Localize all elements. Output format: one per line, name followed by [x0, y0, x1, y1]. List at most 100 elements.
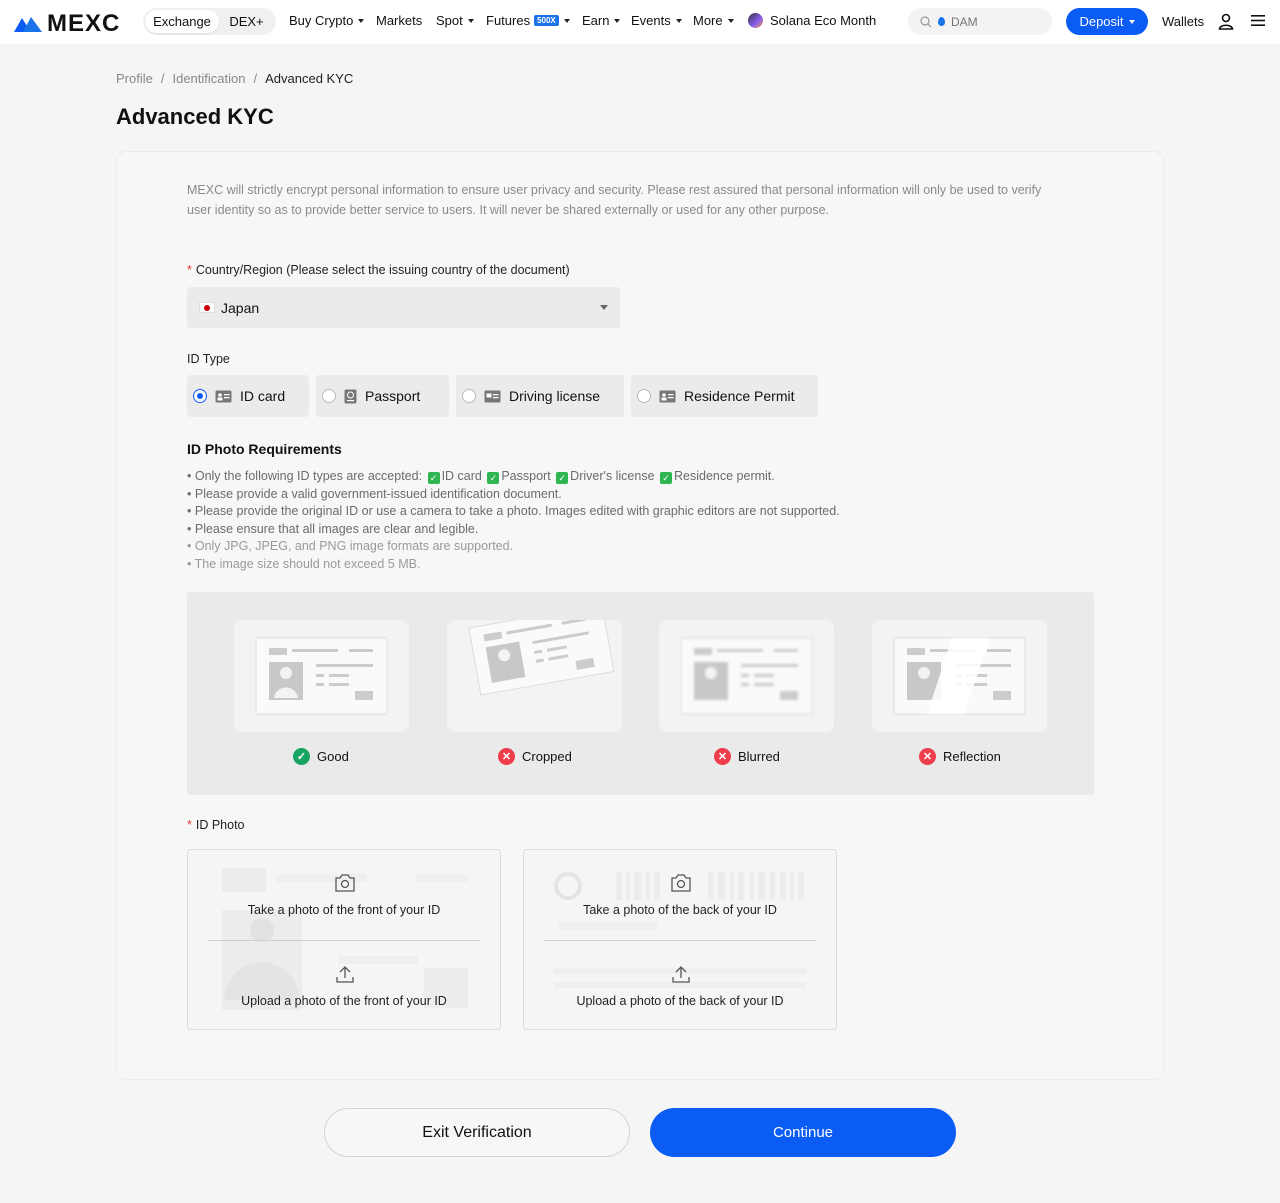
id-card-reflection-illustration [893, 637, 1026, 715]
driving-license-icon [484, 390, 501, 402]
solana-icon [748, 13, 763, 28]
caret-down-icon [358, 18, 365, 23]
segment-dex[interactable]: DEX+ [219, 10, 274, 33]
requirement-text: Please provide the original ID or use a … [194, 504, 840, 518]
requirement-item: • Please ensure that all images are clea… [187, 521, 479, 536]
chevron-down-icon [600, 305, 608, 310]
menu-earn[interactable]: Earn [582, 13, 621, 28]
search-icon [920, 15, 932, 27]
example-cropped-label: ✕ Cropped [498, 748, 572, 765]
caret-down-icon [563, 18, 570, 23]
camera-icon[interactable] [334, 873, 356, 893]
upload-divider [544, 940, 816, 941]
menu-futures[interactable]: Futures 500X [486, 13, 570, 28]
back-upload-photo-link[interactable]: Upload a photo of the back of your ID [524, 994, 836, 1008]
menu-more[interactable]: More [693, 13, 734, 28]
menu-markets[interactable]: Markets [376, 13, 422, 28]
menu-spot[interactable]: Spot [436, 13, 474, 28]
menu-solana-eco-month[interactable]: Solana Eco Month [748, 13, 876, 28]
requirement-text: Please provide a valid government-issued… [194, 486, 562, 501]
id-front-upload-box: Take a photo of the front of your ID Upl… [187, 849, 501, 1030]
menu-label: Earn [582, 13, 610, 28]
requirement-item: • Please provide the original ID or use … [187, 504, 840, 518]
radio-unselected-icon [462, 389, 476, 403]
check-icon: ✓ [427, 472, 440, 484]
search-box[interactable] [908, 8, 1052, 35]
upload-icon[interactable] [334, 964, 356, 984]
id-photo-label-text: ID Photo [195, 818, 245, 832]
menu-buy-crypto[interactable]: Buy Crypto [289, 13, 365, 28]
id-type-label-passport: Passport [365, 388, 421, 404]
logo-text: MEXC [47, 10, 121, 37]
front-take-photo-link[interactable]: Take a photo of the front of your ID [188, 903, 500, 917]
country-select[interactable]: Japan [187, 287, 620, 328]
id-type-label-driving-license: Driving license [509, 388, 601, 404]
mexc-logo[interactable]: MEXC [13, 10, 120, 38]
requirement-item: • The image size should not exceed 5 MB. [187, 556, 421, 571]
example-label-text: Reflection [943, 749, 1001, 764]
example-label-text: Blurred [738, 749, 780, 764]
requirement-item: • Only the following ID types are accept… [187, 469, 775, 484]
futures-badge: 500X [534, 15, 559, 26]
caret-down-icon [1128, 19, 1135, 24]
required-marker: * [187, 818, 192, 832]
segment-exchange[interactable]: Exchange [145, 10, 219, 33]
breadcrumb-current: Advanced KYC [265, 71, 354, 86]
deposit-label: Deposit [1079, 14, 1124, 29]
front-upload-photo-link[interactable]: Upload a photo of the front of your ID [188, 994, 500, 1008]
requirement-item: • Only JPG, JPEG, and PNG image formats … [187, 539, 514, 553]
caret-down-icon [675, 18, 682, 23]
exit-verification-button[interactable]: Exit Verification [324, 1108, 630, 1157]
back-take-photo-link[interactable]: Take a photo of the back of your ID [524, 903, 836, 917]
breadcrumb-identification[interactable]: Identification [172, 71, 245, 86]
breadcrumb-profile[interactable]: Profile [116, 71, 153, 86]
search-input[interactable] [951, 14, 1041, 29]
requirements-list: • Only the following ID types are accept… [187, 468, 840, 573]
check-icon: ✓ [487, 472, 500, 484]
requirement-item: • Please provide a valid government-issu… [187, 486, 562, 501]
accepted-residence-permit: Residence permit. [674, 469, 775, 483]
exchange-dex-switch: Exchange DEX+ [143, 8, 276, 35]
page-title: Advanced KYC [116, 104, 274, 129]
radio-unselected-icon [637, 389, 651, 403]
breadcrumb-separator: / [253, 71, 258, 86]
id-type-option-id-card[interactable]: ID card [187, 375, 309, 417]
country-label-text: Country/Region (Please select the issuin… [195, 263, 570, 277]
upload-icon[interactable] [670, 964, 692, 984]
accepted-id-card: ID card [441, 469, 482, 483]
user-icon[interactable] [1218, 13, 1234, 30]
id-type-option-driving-license[interactable]: Driving license [456, 375, 624, 417]
requirement-text: Only JPG, JPEG, and PNG image formats ar… [194, 539, 514, 553]
menu-events[interactable]: Events [631, 13, 682, 28]
accepted-passport: Passport [501, 469, 551, 483]
id-type-option-passport[interactable]: Passport [316, 375, 449, 417]
mexc-logo-icon [14, 17, 42, 32]
example-label-text: Good [317, 749, 349, 764]
id-card-blurred-illustration [680, 637, 813, 715]
country-label: * Country/Region (Please select the issui… [187, 263, 570, 277]
example-reflection-label: ✕ Reflection [919, 748, 1001, 765]
country-value: Japan [221, 299, 260, 316]
deposit-button[interactable]: Deposit [1066, 8, 1148, 35]
example-blurred-label: ✕ Blurred [714, 748, 780, 765]
wallets-link[interactable]: Wallets [1162, 14, 1204, 29]
example-blurred-image [659, 620, 834, 732]
menu-icon[interactable] [1251, 14, 1265, 27]
breadcrumb: Profile / Identification / Advanced KYC [116, 71, 353, 86]
id-photo-label: * ID Photo [187, 818, 245, 832]
japan-flag-icon [199, 302, 215, 313]
id-type-label-id-card: ID card [240, 388, 286, 404]
x-circle-icon: ✕ [919, 748, 936, 765]
accepted-prefix: Only the following ID types are accepted… [194, 469, 423, 483]
menu-label: More [693, 13, 723, 28]
camera-icon[interactable] [670, 873, 692, 893]
radio-selected-icon [193, 389, 207, 403]
id-back-upload-box: Take a photo of the back of your ID Uplo… [523, 849, 837, 1030]
id-type-option-residence-permit[interactable]: Residence Permit [631, 375, 818, 417]
top-navbar: MEXC Exchange DEX+ Buy Crypto Markets Sp… [0, 0, 1280, 44]
continue-button[interactable]: Continue [650, 1108, 956, 1157]
example-good-image [234, 620, 409, 732]
id-card-icon [215, 390, 232, 402]
accepted-drivers-license: Driver's license [570, 469, 655, 483]
promo-label: Solana Eco Month [770, 13, 877, 28]
